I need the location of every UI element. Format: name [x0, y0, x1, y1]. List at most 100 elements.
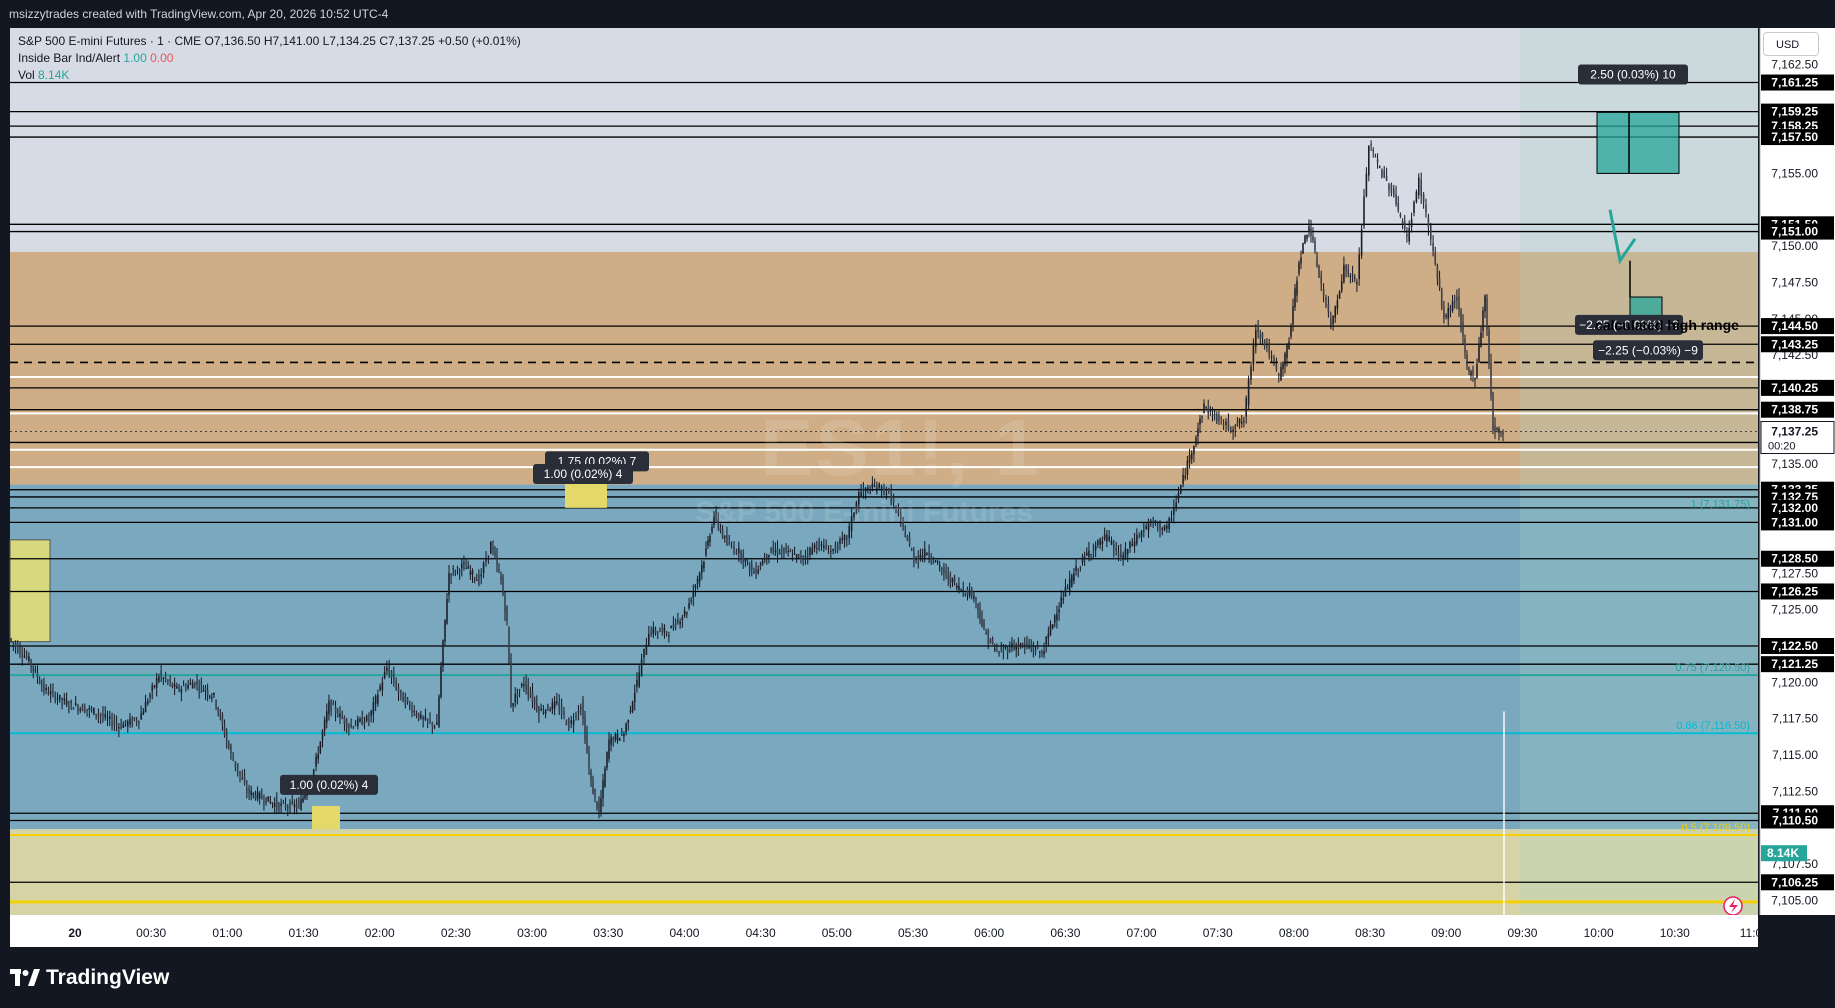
candle-body: [500, 576, 502, 580]
candle-body: [1156, 524, 1159, 528]
price-label: 7,143.25: [1771, 337, 1818, 351]
candle-body: [951, 577, 954, 583]
price-axis[interactable]: [1760, 28, 1835, 915]
candle-body: [1403, 221, 1406, 229]
candle-body: [1498, 428, 1500, 433]
candle-body: [332, 702, 335, 705]
candle-body: [919, 554, 922, 559]
price-label: 7,159.25: [1771, 105, 1818, 119]
legend-indicator[interactable]: Inside Bar Ind/Alert 1.00 0.00: [18, 50, 521, 67]
candle-body: [1085, 552, 1088, 556]
candle-body: [804, 555, 807, 557]
candle-body: [930, 557, 932, 561]
candle-body: [843, 535, 846, 541]
candle-body: [629, 710, 632, 713]
candle-body: [627, 719, 630, 723]
candle-body: [1466, 354, 1468, 366]
candle-body: [383, 672, 386, 679]
candle-body: [533, 699, 536, 703]
brand-label: TradingView: [46, 966, 170, 989]
candle-body: [452, 568, 455, 570]
candle-body: [1252, 343, 1255, 364]
candle-body: [1338, 291, 1341, 299]
candle-body: [286, 806, 289, 809]
candle-body: [153, 685, 156, 687]
inside-bar-mark-2: [312, 805, 340, 830]
candle-body: [575, 715, 577, 718]
candle-body: [525, 681, 527, 689]
candle-body: [140, 713, 142, 720]
candle-body: [1015, 644, 1018, 650]
candle-body: [252, 792, 255, 795]
candle-body: [248, 788, 250, 794]
candle-body: [1330, 318, 1332, 326]
legend-symbol-line[interactable]: S&P 500 E-mini Futures · 1 · CME O7,136.…: [18, 33, 521, 50]
time-tick: 01:30: [289, 926, 319, 940]
price-tick: 7,105.00: [1771, 893, 1818, 907]
candle-body: [1340, 280, 1343, 291]
candle-body: [813, 544, 816, 549]
candle-body: [973, 595, 975, 599]
candle-body: [1230, 427, 1232, 431]
price-label: 7,110.50: [1772, 813, 1818, 827]
candle-body: [397, 687, 400, 693]
candle-body: [1124, 548, 1127, 558]
candle-body: [225, 732, 228, 742]
candle-body: [968, 591, 971, 596]
candle-body: [1395, 194, 1397, 205]
candle-body: [953, 578, 956, 582]
candle-body: [1470, 371, 1472, 376]
candle-body: [323, 719, 326, 731]
candle-body: [1094, 545, 1097, 551]
currency-button[interactable]: USD: [1763, 32, 1819, 56]
candle-body: [1408, 228, 1410, 242]
candle-body: [1308, 226, 1310, 232]
candle-body: [1077, 569, 1080, 571]
legend-volume[interactable]: Vol 8.14K: [18, 67, 521, 84]
candle-body: [1122, 554, 1124, 558]
candle-body: [598, 801, 600, 812]
candle-body: [768, 554, 770, 557]
candle-body: [448, 573, 450, 595]
candle-body: [1173, 507, 1175, 515]
candle-body: [1000, 647, 1003, 650]
candle-body: [1370, 144, 1372, 146]
candle-body: [1099, 538, 1101, 545]
candle-body: [1092, 549, 1095, 552]
candle-body: [1220, 417, 1222, 419]
candle-body: [1343, 264, 1345, 282]
candle-body: [467, 566, 470, 569]
candle-body: [1115, 548, 1117, 550]
candle-body: [1418, 177, 1420, 196]
volume-label: Vol: [18, 68, 35, 82]
candle-body: [23, 656, 26, 658]
candle-body: [750, 564, 753, 570]
candle-body: [120, 724, 122, 729]
candle-body: [1316, 257, 1318, 267]
candle-body: [1484, 295, 1486, 312]
candle-body: [444, 619, 446, 642]
candle-body: [529, 693, 532, 696]
candle-body: [1388, 183, 1390, 191]
time-axis[interactable]: [10, 915, 1758, 947]
candle-body: [560, 704, 563, 715]
candle-body: [49, 691, 52, 695]
candle-body: [129, 718, 131, 725]
candle-body: [656, 631, 659, 634]
candle-body: [964, 593, 967, 596]
candle-body: [827, 552, 830, 554]
candle-body: [162, 677, 165, 679]
candle-body: [390, 670, 393, 678]
candle-body: [1045, 636, 1048, 645]
candle-body: [608, 739, 610, 759]
candle-body: [774, 550, 777, 552]
candle-body: [1500, 431, 1502, 433]
candle-body: [56, 698, 59, 700]
candle-body: [269, 801, 272, 804]
candle-body: [284, 804, 287, 808]
candle-body: [1456, 297, 1458, 301]
candle-body: [508, 627, 510, 664]
candle-body: [659, 629, 661, 633]
candle-body: [1427, 217, 1430, 228]
candle-body: [1334, 306, 1337, 318]
